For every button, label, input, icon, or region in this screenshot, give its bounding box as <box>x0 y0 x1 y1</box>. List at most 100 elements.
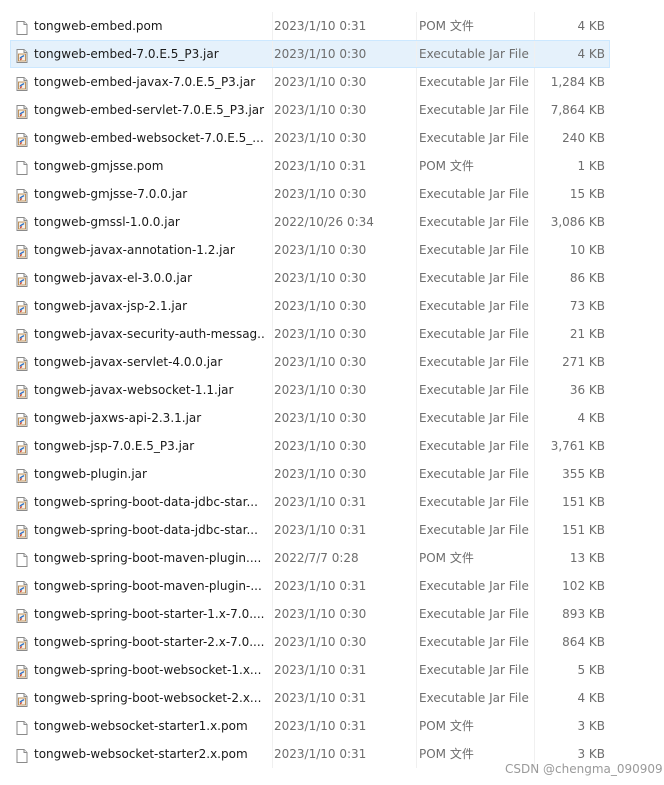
file-date-modified: 2023/1/10 0:30 <box>274 131 367 145</box>
file-date-modified: 2023/1/10 0:30 <box>274 467 367 481</box>
file-row[interactable]: tongweb-javax-annotation-1.2.jar 2023/1/… <box>10 236 610 264</box>
column-separator <box>272 544 273 572</box>
file-row[interactable]: tongweb-gmjsse-7.0.0.jar 2023/1/10 0:30 … <box>10 180 610 208</box>
jar-file-icon <box>14 578 30 595</box>
file-size: 7,864 KB <box>550 103 605 117</box>
file-name: tongweb-spring-boot-data-jdbc-star... <box>34 523 258 537</box>
column-separator <box>534 124 535 152</box>
file-row[interactable]: tongweb-spring-boot-maven-plugin.... 202… <box>10 544 610 572</box>
column-separator <box>416 516 417 544</box>
file-size: 5 KB <box>577 663 605 677</box>
file-name: tongweb-embed-javax-7.0.E.5_P3.jar <box>34 75 256 89</box>
file-name: tongweb-embed-servlet-7.0.E.5_P3.jar <box>34 103 265 117</box>
file-row[interactable]: tongweb-spring-boot-data-jdbc-star... 20… <box>10 488 610 516</box>
file-type: POM 文件 <box>419 719 474 733</box>
jar-file-icon <box>14 214 30 231</box>
file-row[interactable]: tongweb-jsp-7.0.E.5_P3.jar 2023/1/10 0:3… <box>10 432 610 460</box>
column-separator <box>272 236 273 264</box>
file-date-modified: 2023/1/10 0:30 <box>274 187 367 201</box>
column-separator <box>416 404 417 432</box>
file-date-modified: 2023/1/10 0:30 <box>274 355 367 369</box>
jar-file-icon <box>14 634 30 651</box>
file-type: Executable Jar File <box>419 411 529 425</box>
file-row[interactable]: tongweb-embed.pom 2023/1/10 0:31 POM 文件 … <box>10 12 610 40</box>
column-separator <box>272 432 273 460</box>
column-separator <box>416 600 417 628</box>
file-type: Executable Jar File <box>419 523 529 537</box>
file-type: Executable Jar File <box>419 187 529 201</box>
file-row[interactable]: tongweb-websocket-starter1.x.pom 2023/1/… <box>10 712 610 740</box>
file-name: tongweb-javax-servlet-4.0.0.jar <box>34 355 223 369</box>
column-separator <box>416 572 417 600</box>
file-row[interactable]: tongweb-javax-websocket-1.1.jar 2023/1/1… <box>10 376 610 404</box>
file-name: tongweb-plugin.jar <box>34 467 147 481</box>
file-date-modified: 2023/1/10 0:30 <box>274 271 367 285</box>
file-type: Executable Jar File <box>419 579 529 593</box>
file-name: tongweb-javax-jsp-2.1.jar <box>34 299 188 313</box>
jar-file-icon <box>14 186 30 203</box>
file-size: 1,284 KB <box>550 75 605 89</box>
file-row[interactable]: tongweb-spring-boot-maven-plugin-... 202… <box>10 572 610 600</box>
file-type: Executable Jar File <box>419 495 529 509</box>
file-row[interactable]: tongweb-embed-javax-7.0.E.5_P3.jar 2023/… <box>10 68 610 96</box>
file-size: 4 KB <box>577 411 605 425</box>
column-separator <box>534 600 535 628</box>
file-row[interactable]: tongweb-javax-el-3.0.0.jar 2023/1/10 0:3… <box>10 264 610 292</box>
file-row[interactable]: tongweb-embed-servlet-7.0.E.5_P3.jar 202… <box>10 96 610 124</box>
file-row[interactable]: tongweb-spring-boot-starter-1.x-7.0.... … <box>10 600 610 628</box>
column-separator <box>534 656 535 684</box>
column-separator <box>416 96 417 124</box>
pom-file-icon <box>14 746 30 763</box>
column-separator <box>416 264 417 292</box>
file-row[interactable]: tongweb-plugin.jar 2023/1/10 0:30 Execut… <box>10 460 610 488</box>
file-name: tongweb-jsp-7.0.E.5_P3.jar <box>34 439 195 453</box>
file-row[interactable]: tongweb-spring-boot-data-jdbc-star... 20… <box>10 516 610 544</box>
file-type: Executable Jar File <box>419 215 529 229</box>
column-separator <box>272 628 273 656</box>
file-row[interactable]: tongweb-spring-boot-websocket-1.x... 202… <box>10 656 610 684</box>
column-separator <box>272 460 273 488</box>
file-size: 151 KB <box>562 523 605 537</box>
file-type: POM 文件 <box>419 551 474 565</box>
jar-file-icon <box>14 438 30 455</box>
file-row[interactable]: tongweb-gmjsse.pom 2023/1/10 0:31 POM 文件… <box>10 152 610 180</box>
jar-file-icon <box>14 690 30 707</box>
file-row[interactable]: tongweb-embed-websocket-7.0.E.5_... 2023… <box>10 124 610 152</box>
column-separator <box>534 208 535 236</box>
file-date-modified: 2023/1/10 0:30 <box>274 47 367 61</box>
file-row[interactable]: tongweb-javax-servlet-4.0.0.jar 2023/1/1… <box>10 348 610 376</box>
column-separator <box>272 404 273 432</box>
file-type: Executable Jar File <box>419 691 529 705</box>
pom-file-icon <box>14 18 30 35</box>
file-row[interactable]: tongweb-javax-jsp-2.1.jar 2023/1/10 0:30… <box>10 292 610 320</box>
file-name: tongweb-gmssl-1.0.0.jar <box>34 215 180 229</box>
file-row[interactable]: tongweb-javax-security-auth-messag... 20… <box>10 320 610 348</box>
file-row[interactable]: tongweb-spring-boot-websocket-2.x... 202… <box>10 684 610 712</box>
column-separator <box>534 68 535 96</box>
column-separator <box>534 12 535 40</box>
watermark: CSDN @chengma_090909 <box>505 762 663 776</box>
file-date-modified: 2023/1/10 0:30 <box>274 383 367 397</box>
column-separator <box>416 740 417 768</box>
column-separator <box>416 180 417 208</box>
file-row[interactable]: tongweb-embed-7.0.E.5_P3.jar 2023/1/10 0… <box>10 40 610 68</box>
file-row[interactable]: tongweb-jaxws-api-2.3.1.jar 2023/1/10 0:… <box>10 404 610 432</box>
file-size: 3,761 KB <box>550 439 605 453</box>
jar-file-icon <box>14 270 30 287</box>
file-name: tongweb-javax-annotation-1.2.jar <box>34 243 235 257</box>
file-size: 4 KB <box>577 19 605 33</box>
column-separator <box>534 236 535 264</box>
file-name: tongweb-embed.pom <box>34 19 163 33</box>
file-size: 102 KB <box>562 579 605 593</box>
column-separator <box>416 628 417 656</box>
file-row[interactable]: tongweb-spring-boot-starter-2.x-7.0.... … <box>10 628 610 656</box>
column-separator <box>416 460 417 488</box>
column-separator <box>534 376 535 404</box>
column-separator <box>416 40 417 68</box>
file-type: Executable Jar File <box>419 243 529 257</box>
file-size: 3,086 KB <box>550 215 605 229</box>
file-row[interactable]: tongweb-gmssl-1.0.0.jar 2022/10/26 0:34 … <box>10 208 610 236</box>
column-separator <box>416 376 417 404</box>
jar-file-icon <box>14 326 30 343</box>
file-type: Executable Jar File <box>419 75 529 89</box>
